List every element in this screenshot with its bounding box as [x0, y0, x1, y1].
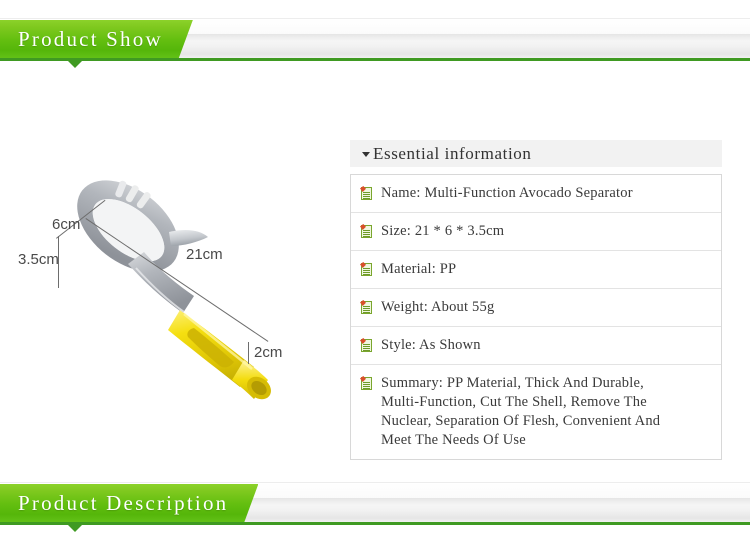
- table-row: Size: 21 * 6 * 3.5cm: [351, 213, 721, 251]
- banner-underline: [0, 522, 750, 525]
- section-tab-product-description: Product Description: [0, 484, 258, 522]
- note-icon: [360, 338, 374, 353]
- note-icon: [360, 300, 374, 315]
- dimension-label-21cm: 21cm: [186, 246, 223, 263]
- note-icon: [360, 376, 374, 391]
- information-table: Name: Multi-Function Avocado Separator S…: [350, 174, 722, 460]
- banner-arrow-icon: [68, 525, 82, 532]
- product-show-banner: Product Show: [0, 8, 750, 68]
- product-photo: 6cm 3.5cm 21cm 2cm: [8, 96, 338, 426]
- note-icon: [360, 224, 374, 239]
- essential-information-panel: Essential information Name: Multi-Functi…: [350, 140, 722, 460]
- section-tab-label: Product Show: [18, 26, 163, 51]
- table-row: Name: Multi-Function Avocado Separator: [351, 175, 721, 213]
- row-text-name: Name: Multi-Function Avocado Separator: [381, 185, 633, 201]
- table-row: Material: PP: [351, 251, 721, 289]
- banner-arrow-icon: [68, 61, 82, 68]
- essential-information-title: Essential information: [373, 143, 532, 163]
- table-row: Style: As Shown: [351, 327, 721, 365]
- dimension-label-6cm: 6cm: [52, 216, 81, 233]
- row-text-material: Material: PP: [381, 261, 457, 277]
- section-tab-product-show: Product Show: [0, 20, 193, 58]
- triangle-down-icon: [362, 152, 370, 157]
- dimension-line-2cm: [248, 342, 249, 364]
- section-tab-label: Product Description: [18, 490, 229, 515]
- row-text-size: Size: 21 * 6 * 3.5cm: [381, 223, 505, 239]
- product-description-banner: Product Description: [0, 472, 750, 532]
- table-row: Weight: About 55g: [351, 289, 721, 327]
- row-text-weight: Weight: About 55g: [381, 299, 495, 315]
- row-text-summary: Summary: PP Material, Thick And Durable,…: [381, 375, 661, 448]
- note-icon: [360, 186, 374, 201]
- dimension-label-3_5cm: 3.5cm: [18, 251, 59, 268]
- note-icon: [360, 262, 374, 277]
- product-photo-stage: 6cm 3.5cm 21cm 2cm: [8, 96, 338, 426]
- essential-information-header: Essential information: [350, 140, 722, 167]
- row-text-style: Style: As Shown: [381, 337, 481, 353]
- dimension-label-2cm: 2cm: [254, 344, 283, 361]
- table-row: Summary: PP Material, Thick And Durable,…: [351, 365, 721, 459]
- banner-underline: [0, 58, 750, 61]
